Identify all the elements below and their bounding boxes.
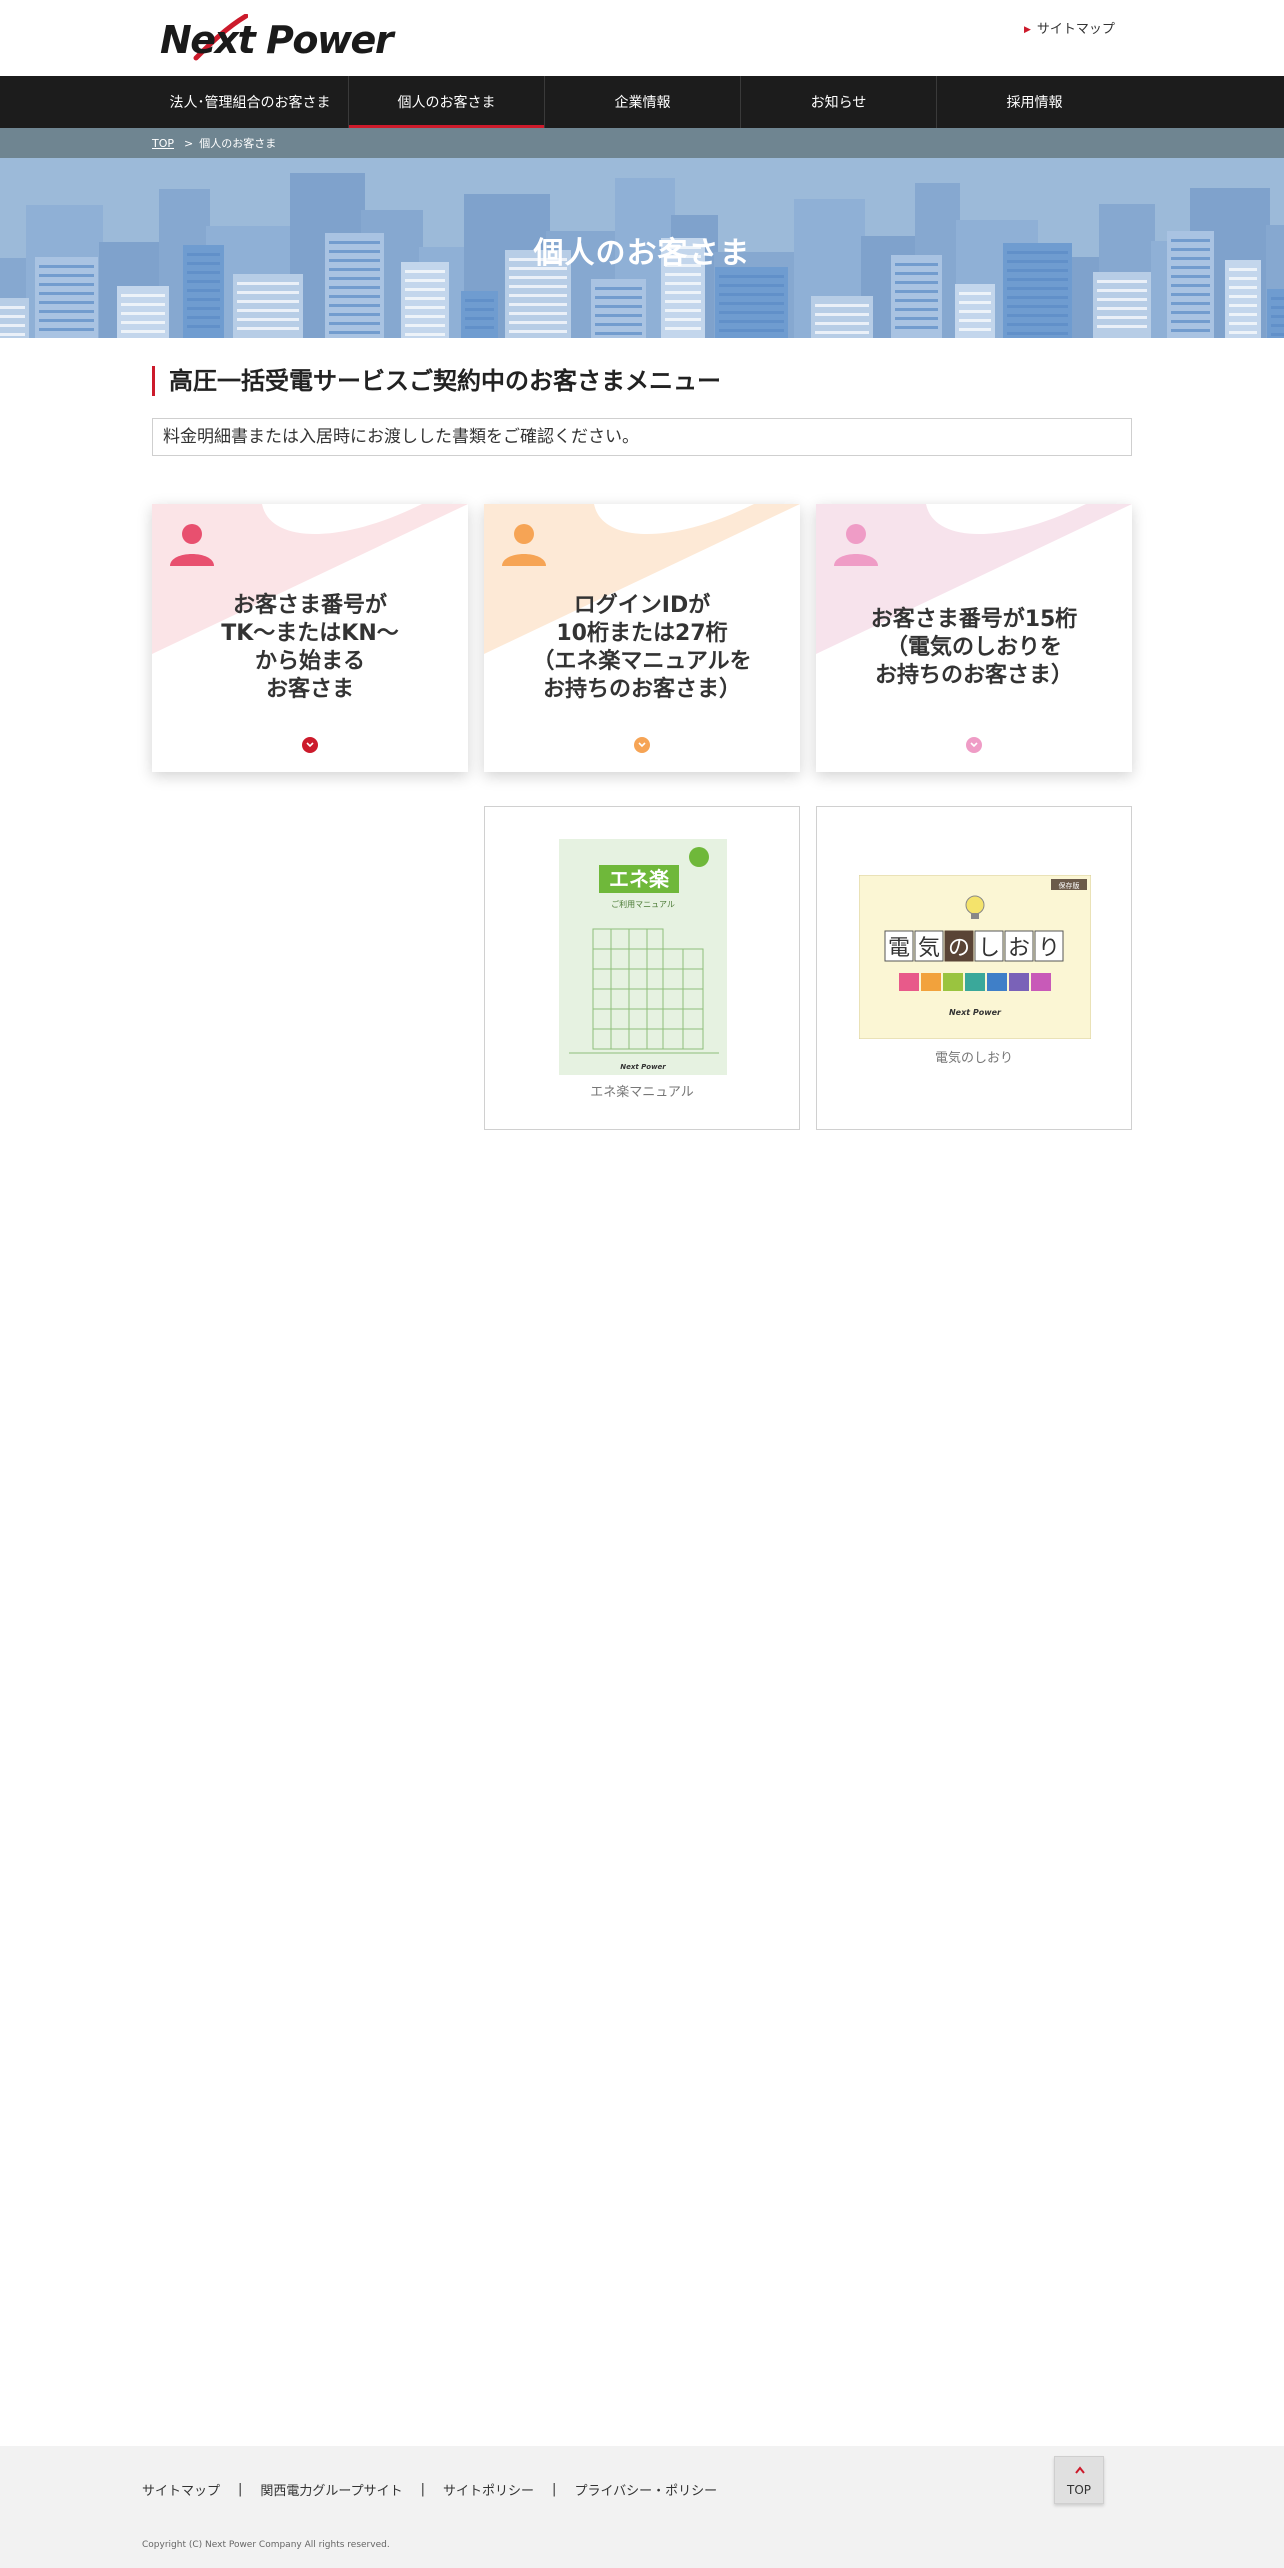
- footer-divider: |: [238, 2482, 243, 2497]
- gnav-item-news[interactable]: お知らせ: [740, 76, 936, 128]
- gnav-item-individual-customers[interactable]: 個人のお客さま: [348, 76, 544, 128]
- card-15-digit-customer-number[interactable]: お客さま番号が15桁 （電気のしおりを お持ちのお客さま）: [816, 504, 1132, 772]
- book-caption: エネ楽マニュアル: [590, 1085, 694, 1100]
- book-denki-no-shiori[interactable]: 保存版 電 気 の し お り Next Power 電気のしおり: [816, 806, 1132, 1130]
- breadcrumb-top-link[interactable]: TOP: [152, 137, 174, 150]
- section-title: 高圧一括受電サービスご契約中のお客さまメニュー: [152, 366, 721, 396]
- person-icon: [170, 524, 214, 566]
- book-enera-manual[interactable]: エネ楽 ご利用マニュアル Next Power エネ楽マニュアル: [484, 806, 800, 1130]
- global-nav: 法人･管理組合のお客さま 個人のお客さま 企業情報 お知らせ 採用情報: [0, 76, 1284, 128]
- card-label: お客さま番号が TK〜またはKN〜 から始まる お客さま: [152, 592, 468, 704]
- site-header: Next Power ▶ サイトマップ: [0, 0, 1284, 76]
- chevron-down-icon: [966, 737, 982, 753]
- person-icon: [502, 524, 546, 566]
- footer-link-kansai-group[interactable]: 関西電力グループサイト: [260, 2480, 402, 2499]
- gnav-item-corporate-customers[interactable]: 法人･管理組合のお客さま: [152, 76, 348, 128]
- shiori-cover-char: 気: [918, 936, 940, 961]
- card-label-line: お持ちのお客さま）: [874, 663, 1073, 688]
- shiori-cover-char: お: [1008, 936, 1030, 961]
- breadcrumb-separator: >: [184, 136, 194, 150]
- footer-divider: |: [420, 2482, 426, 2497]
- enera-cover-brand: Next Power: [620, 1063, 666, 1071]
- chevron-down-icon: [302, 737, 318, 753]
- next-power-logo[interactable]: Next Power: [160, 14, 394, 64]
- enera-manual-cover-image: エネ楽 ご利用マニュアル Next Power: [559, 839, 727, 1075]
- card-label-line: お客さま: [265, 677, 354, 702]
- shiori-cover-brand: Next Power: [949, 1008, 1002, 1017]
- footer-divider: |: [552, 2482, 557, 2497]
- shiori-cover-char: 電: [888, 936, 910, 961]
- card-label-line: お客さま番号が15桁: [870, 607, 1078, 632]
- breadcrumb-current: 個人のお客さま: [199, 137, 277, 150]
- book-caption: 電気のしおり: [934, 1051, 1013, 1066]
- card-label-line: TK〜またはKN〜: [221, 621, 399, 646]
- shiori-cover-char: し: [978, 936, 1000, 961]
- shiori-cover-char: り: [1038, 936, 1060, 961]
- back-to-top-button[interactable]: TOP: [1054, 2456, 1104, 2504]
- card-login-id[interactable]: ログインIDが 10桁または27桁 （エネ楽マニュアルを お持ちのお客さま）: [484, 504, 800, 772]
- enera-cover-subtitle: ご利用マニュアル: [611, 899, 675, 909]
- card-label-line: ログインIDが: [573, 593, 711, 618]
- card-label-line: から始まる: [254, 649, 365, 674]
- card-label: ログインIDが 10桁または27桁 （エネ楽マニュアルを お持ちのお客さま）: [484, 592, 800, 704]
- card-label-line: 10桁または27桁: [556, 621, 728, 646]
- footer-links: サイトマップ | 関西電力グループサイト | サイトポリシー | プライバシー・…: [142, 2480, 717, 2499]
- card-label-line: お持ちのお客さま）: [542, 677, 741, 702]
- triangle-right-icon: ▶: [1024, 25, 1031, 35]
- sitemap-label: サイトマップ: [1036, 22, 1115, 37]
- enera-cover-title: エネ楽: [609, 867, 670, 891]
- shiori-cover-char: の: [948, 936, 970, 961]
- site-footer: サイトマップ | 関西電力グループサイト | サイトポリシー | プライバシー・…: [0, 2446, 1284, 2568]
- gnav-item-recruit[interactable]: 採用情報: [936, 76, 1132, 128]
- back-to-top-label: TOP: [1066, 2483, 1091, 2497]
- logo-text: Next Power: [160, 18, 394, 62]
- shiori-cover-badge: 保存版: [1059, 881, 1080, 890]
- footer-link-privacy-policy[interactable]: プライバシー・ポリシー: [574, 2480, 717, 2499]
- chevron-up-icon: [1075, 2466, 1085, 2474]
- shiori-color-tags: [899, 973, 1051, 991]
- sitemap-link[interactable]: ▶ サイトマップ: [1024, 18, 1115, 37]
- notice-box: 料金明細書または入居時にお渡しした書類をご確認ください。: [152, 418, 1132, 456]
- gnav-item-company-info[interactable]: 企業情報: [544, 76, 740, 128]
- footer-link-sitemap[interactable]: サイトマップ: [142, 2480, 220, 2499]
- footer-link-site-policy[interactable]: サイトポリシー: [443, 2480, 534, 2499]
- card-label-line: （電気のしおりを: [885, 635, 1062, 660]
- chevron-down-icon: [634, 737, 650, 753]
- card-label: お客さま番号が15桁 （電気のしおりを お持ちのお客さま）: [816, 606, 1132, 690]
- denki-no-shiori-cover-image: 保存版 電 気 の し お り Next Power: [859, 875, 1091, 1039]
- card-label-line: （エネ楽マニュアルを: [532, 649, 752, 674]
- card-tk-kn-customer-number[interactable]: お客さま番号が TK〜またはKN〜 から始まる お客さま: [152, 504, 468, 772]
- breadcrumb: TOP > 個人のお客さま: [0, 128, 1284, 158]
- hero-banner: 個人のお客さま: [0, 158, 1284, 338]
- copyright: Copyright (C) Next Power Company All rig…: [142, 2540, 390, 2550]
- hero-title: 個人のお客さま: [533, 236, 751, 271]
- card-label-line: お客さま番号が: [232, 593, 387, 618]
- person-icon: [834, 524, 878, 566]
